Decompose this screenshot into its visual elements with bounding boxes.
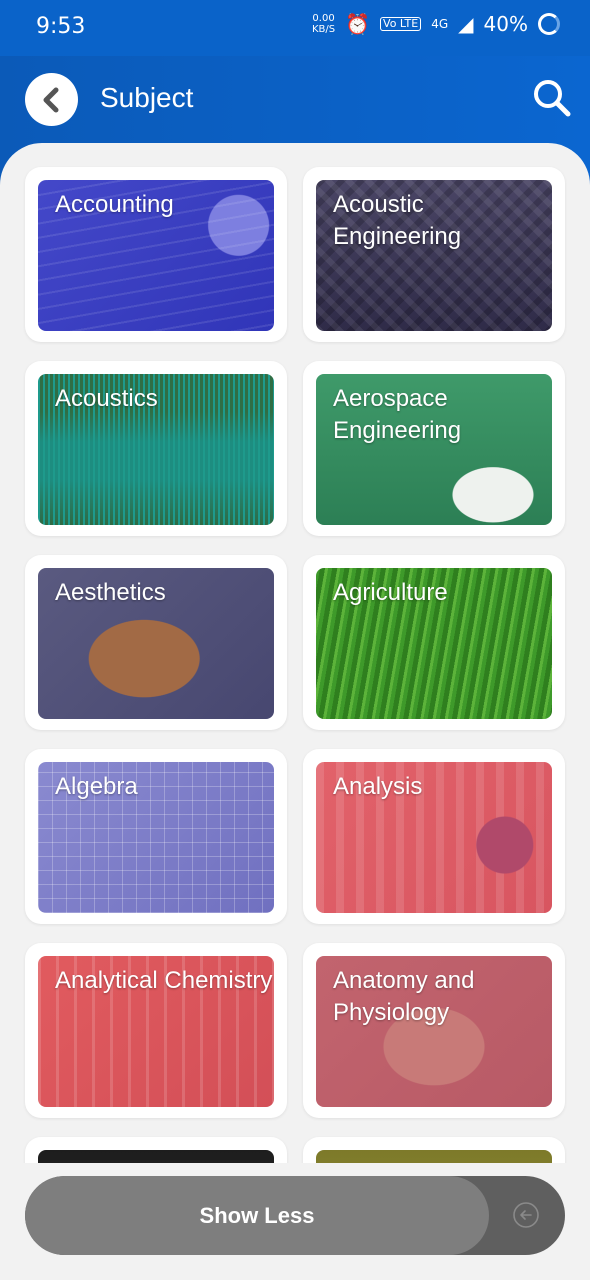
search-icon (534, 80, 571, 117)
chevron-left-icon (43, 87, 58, 112)
subject-card-analytical-chemistry[interactable]: Analytical Chemistry (25, 943, 287, 1118)
subject-card-acoustics[interactable]: Acoustics (25, 361, 287, 536)
subject-card-agriculture[interactable]: Agriculture (303, 555, 565, 730)
net-speed: 0.00 KB/S (311, 13, 336, 35)
subject-label: Agriculture (333, 579, 448, 606)
subject-card-acoustic-engineering[interactable]: Acoustic Engineering (303, 167, 565, 342)
subject-label: Analysis (333, 773, 423, 800)
subject-label: Acoustic Engineering (333, 191, 462, 250)
subject-card-accounting[interactable]: Accounting (25, 167, 287, 342)
subject-image (316, 1150, 552, 1163)
subject-card-partial[interactable] (303, 1137, 565, 1163)
status-time: 9:53 (36, 14, 86, 39)
subject-label: Analytical Chemistry (55, 967, 273, 994)
subject-label: Algebra (55, 773, 138, 800)
alarm-icon: ⏰ (345, 12, 371, 36)
arrow-left-circle-icon[interactable] (513, 1202, 539, 1228)
subject-label: Anatomy and Physiology (333, 967, 475, 1026)
subject-card-analysis[interactable]: Analysis (303, 749, 565, 924)
subject-label: Aerospace Engineering (333, 385, 462, 444)
subject-card-aerospace-engineering[interactable]: Aerospace Engineering (303, 361, 565, 536)
subject-label: Acoustics (55, 385, 158, 412)
subject-card-partial[interactable] (25, 1137, 287, 1163)
show-less-bar: Show Less (25, 1176, 565, 1255)
search-button[interactable] (532, 78, 572, 118)
network-type: 4G (431, 17, 449, 31)
volte-icon: Vo LTE (380, 17, 422, 31)
battery-percent: 40% (483, 12, 528, 36)
subject-label: Accounting (55, 191, 174, 218)
subject-grid: Accounting Acoustic Engineering Acoustic… (0, 143, 590, 1163)
subject-card-aesthetics[interactable]: Aesthetics (25, 555, 287, 730)
battery-icon (538, 13, 560, 35)
subject-label: Aesthetics (55, 579, 166, 606)
page-title: Subject (100, 82, 194, 113)
status-icons: 0.00 KB/S ⏰ Vo LTE 4G ◢ 40% (312, 12, 560, 36)
show-less-button[interactable]: Show Less (25, 1176, 489, 1255)
back-button[interactable] (25, 73, 78, 126)
subject-image (38, 1150, 274, 1163)
status-bar: 9:53 0.00 KB/S ⏰ Vo LTE 4G ◢ 40% (0, 0, 590, 56)
subject-card-algebra[interactable]: Algebra (25, 749, 287, 924)
signal-icon: ◢ (458, 12, 474, 36)
subject-card-anatomy-physiology[interactable]: Anatomy and Physiology (303, 943, 565, 1118)
